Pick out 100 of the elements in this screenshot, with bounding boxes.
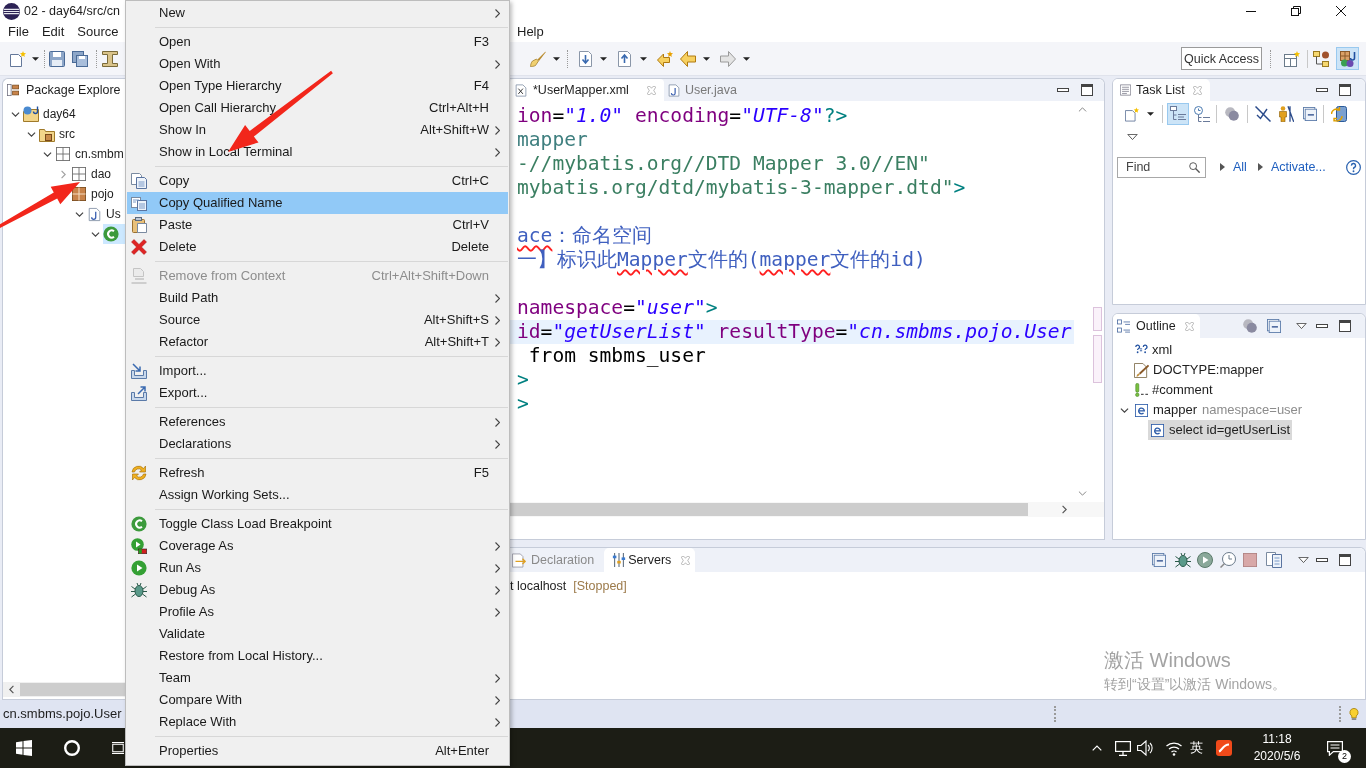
menu-bar-item[interactable]: Help <box>513 22 548 42</box>
help-icon[interactable] <box>1346 159 1361 175</box>
menu-item[interactable]: Compare With <box>127 689 508 711</box>
menu-item[interactable]: Coverage As <box>127 535 508 557</box>
caret-icon[interactable] <box>1147 112 1154 116</box>
menu-bar-item[interactable]: Source <box>73 22 123 42</box>
spheres-icon[interactable] <box>1225 107 1239 121</box>
view-tab[interactable]: Package Explore <box>3 79 121 101</box>
menu-item[interactable]: Open Type Hierarchy F4 <box>127 75 508 97</box>
file-star-icon[interactable] <box>10 50 26 67</box>
caret-icon[interactable] <box>32 56 39 61</box>
notification-icon[interactable] <box>1326 740 1344 756</box>
tree-item[interactable]: #comment <box>1132 380 1215 400</box>
menu-item[interactable]: Refresh F5 <box>127 462 508 484</box>
view-mode-button[interactable] <box>1167 103 1189 125</box>
input-mode-indicator[interactable]: 英 <box>1189 740 1203 756</box>
menu-item[interactable]: Import... <box>127 360 508 382</box>
chevron-icon[interactable] <box>10 111 20 117</box>
maximize-icon[interactable] <box>1081 84 1093 96</box>
tree-item[interactable]: Us <box>87 204 121 224</box>
caret-up-icon[interactable] <box>1092 745 1102 751</box>
caret-icon[interactable] <box>640 56 647 61</box>
menu-item[interactable]: New <box>127 2 508 24</box>
scrollbar-thumb[interactable] <box>510 503 1028 516</box>
clock-time[interactable]: 11:18 <box>1262 731 1292 748</box>
input-method-icon[interactable] <box>1216 740 1232 756</box>
maximize-icon[interactable] <box>1339 84 1351 96</box>
collapse-icon[interactable] <box>1303 107 1317 121</box>
view-tab[interactable]: Servers <box>604 548 696 572</box>
menu-item[interactable]: Delete Delete <box>127 236 508 258</box>
triangle-down-icon[interactable] <box>1127 134 1138 140</box>
tree-item[interactable]: DOCTYPE:mapper <box>1132 360 1266 380</box>
tree-item[interactable]: day64 <box>23 104 76 124</box>
chevron-icon[interactable] <box>42 151 52 157</box>
menu-item[interactable]: Paste Ctrl+V <box>127 214 508 236</box>
triangle-down-icon[interactable] <box>1298 557 1309 563</box>
tree-item[interactable] <box>103 224 125 244</box>
tree-item[interactable]: mapper namespace=user <box>1132 400 1305 420</box>
task-view-icon[interactable] <box>112 741 124 755</box>
play-circle-icon[interactable] <box>1197 552 1213 568</box>
stopwatch-icon[interactable] <box>1220 552 1236 568</box>
tree-item[interactable]: dao <box>71 164 112 184</box>
scrollbar-thumb[interactable] <box>20 683 125 696</box>
menu-item[interactable]: Properties Alt+Enter <box>127 740 508 762</box>
tree-item[interactable]: cn.smbm <box>55 144 124 164</box>
arrow-star-icon[interactable] <box>657 50 673 67</box>
tree-item[interactable]: src <box>39 124 75 144</box>
menu-item[interactable]: Open F3 <box>127 31 508 53</box>
menu-item[interactable]: Restore from Local History... <box>127 645 508 667</box>
editor-tab[interactable]: *UserMapper.xml <box>510 79 664 101</box>
filter-link[interactable]: All <box>1233 157 1247 177</box>
maximize-icon[interactable] <box>1339 554 1351 566</box>
menu-item[interactable]: Build Path <box>127 287 508 309</box>
server-name[interactable]: t localhost <box>510 576 567 596</box>
slash-check-icon[interactable] <box>1255 106 1271 122</box>
menu-item[interactable]: Profile As <box>127 601 508 623</box>
sync-icon[interactable] <box>1331 106 1347 122</box>
spheres-icon[interactable] <box>1243 319 1257 333</box>
menu-item[interactable]: Source Alt+Shift+S <box>127 309 508 331</box>
menu-item[interactable]: References <box>127 411 508 433</box>
chevron-icon[interactable] <box>90 231 100 237</box>
chevron-icon[interactable] <box>74 211 84 217</box>
chevron-icon[interactable] <box>1119 407 1129 413</box>
menu-item[interactable]: Assign Working Sets... <box>127 484 508 506</box>
view-tab[interactable]: Task List <box>1113 79 1210 101</box>
menu-item[interactable]: Team <box>127 667 508 689</box>
save-icon[interactable] <box>49 50 65 67</box>
filter-link[interactable]: Activate... <box>1270 157 1326 177</box>
minimize-icon[interactable] <box>1057 88 1069 92</box>
menu-item[interactable]: Run As <box>127 557 508 579</box>
horizontal-scrollbar[interactable] <box>3 682 125 697</box>
menu-item[interactable]: Refactor Alt+Shift+T <box>127 331 508 353</box>
quick-access-field[interactable]: Quick Access <box>1181 47 1262 70</box>
triangle-down-icon[interactable] <box>1296 323 1307 329</box>
monitor-icon[interactable] <box>1115 740 1131 756</box>
collapse-icon[interactable] <box>1152 553 1166 567</box>
perspective-button[interactable] <box>1336 47 1359 70</box>
menu-bar-item[interactable]: Edit <box>37 22 69 42</box>
volume-icon[interactable] <box>1137 740 1153 756</box>
chevron-icon[interactable] <box>26 131 36 137</box>
view-mode-button[interactable] <box>1191 103 1213 125</box>
arrow-left-icon[interactable] <box>680 50 696 67</box>
person-icon[interactable] <box>1278 106 1294 122</box>
start-icon[interactable] <box>16 740 32 756</box>
caret-icon[interactable] <box>743 56 750 61</box>
arrow-right-icon[interactable] <box>720 50 736 67</box>
menu-item[interactable]: Replace With <box>127 711 508 733</box>
menu-item[interactable]: Validate <box>127 623 508 645</box>
file-star-icon[interactable] <box>1125 106 1139 122</box>
page-arrow-up-icon[interactable] <box>617 50 633 67</box>
scroll-right-icon[interactable] <box>1062 505 1067 514</box>
wifi-icon[interactable] <box>1166 740 1182 756</box>
i-beam-icon[interactable] <box>102 50 118 67</box>
horizontal-scrollbar[interactable] <box>510 502 1104 517</box>
maximize-icon[interactable] <box>1339 320 1351 332</box>
menu-item[interactable]: Copy Ctrl+C <box>127 170 508 192</box>
scroll-left-icon[interactable] <box>9 685 14 694</box>
caret-icon[interactable] <box>600 56 607 61</box>
documents-icon[interactable] <box>1266 552 1282 568</box>
menu-bar-item[interactable]: File <box>4 22 33 42</box>
